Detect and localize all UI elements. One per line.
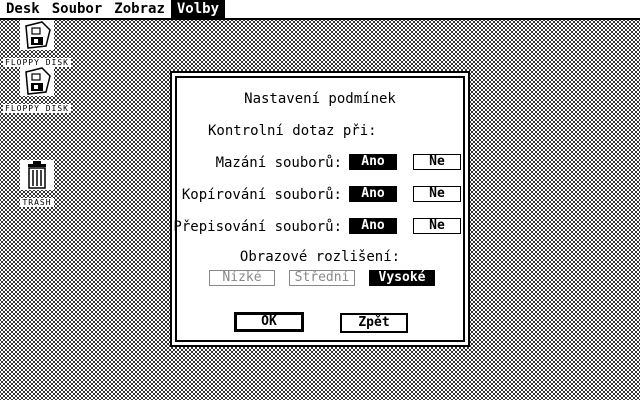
dialog-title: Nastavení podmínek (244, 91, 396, 107)
menu-volby[interactable]: Volby (170, 0, 226, 18)
trash-icon (20, 160, 54, 190)
row-label-copy: Kopírování souborů: (181, 187, 342, 203)
desktop-icon-floppy-b[interactable]: FLOPPY DISK (2, 66, 72, 115)
row-label-overwrite: Přepisování souborů: (173, 219, 342, 235)
desktop-icon-label: TRASH (20, 198, 54, 207)
floppy-disk-icon (20, 66, 54, 96)
desktop-icon-label: FLOPPY DISK (3, 104, 71, 113)
desktop-icon-floppy-a[interactable]: FLOPPY DISK (2, 20, 72, 69)
dialog-subtitle: Kontrolní dotaz při: (208, 123, 377, 139)
resolution-medium-button[interactable]: Střední (289, 270, 355, 286)
resolution-low-button[interactable]: Nízké (209, 270, 275, 286)
menu-bar: Desk Soubor Zobraz Volby (0, 0, 640, 20)
resolution-high-button[interactable]: Vysoké (369, 270, 435, 286)
floppy-disk-icon (20, 20, 54, 50)
resolution-label: Obrazové rozlišení: (239, 249, 401, 265)
menu-desk[interactable]: Desk (0, 0, 46, 18)
menu-soubor[interactable]: Soubor (46, 0, 109, 18)
ok-button[interactable]: OK (234, 312, 304, 332)
overwrite-no-button[interactable]: Ne (413, 218, 461, 234)
back-button[interactable]: Zpět (340, 313, 408, 333)
delete-no-button[interactable]: Ne (413, 154, 461, 170)
copy-yes-button[interactable]: Ano (349, 186, 397, 202)
copy-no-button[interactable]: Ne (413, 186, 461, 202)
desktop-icon-trash[interactable]: TRASH (2, 160, 72, 209)
row-label-delete: Mazání souborů: (215, 155, 342, 171)
menu-zobraz[interactable]: Zobraz (108, 0, 171, 18)
overwrite-yes-button[interactable]: Ano (349, 218, 397, 234)
settings-dialog: Nastavení podmínek Kontrolní dotaz při: … (170, 71, 470, 347)
delete-yes-button[interactable]: Ano (349, 154, 397, 170)
